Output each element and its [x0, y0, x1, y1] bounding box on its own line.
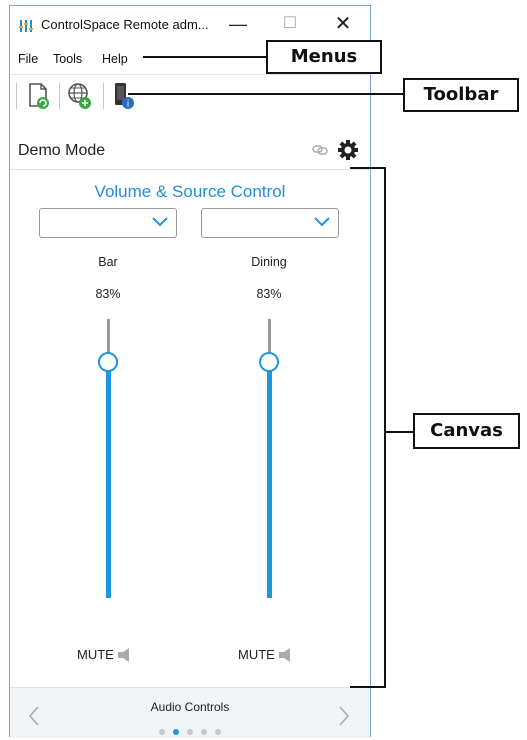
- toolbar-divider: [16, 83, 17, 109]
- gear-icon[interactable]: [337, 139, 359, 161]
- chevron-down-icon: [314, 217, 330, 227]
- toolbar-divider: [59, 83, 60, 109]
- window-title: ControlSpace Remote adm...: [41, 17, 209, 32]
- chevron-right-icon[interactable]: [338, 706, 350, 726]
- page-dot[interactable]: [173, 729, 179, 735]
- toolbar-divider: [103, 83, 104, 109]
- volume-slider-fill-dining: [267, 362, 272, 598]
- device-info-icon[interactable]: i: [110, 81, 138, 111]
- page-dot[interactable]: [201, 729, 207, 735]
- zone-volume-bar: 83%: [95, 287, 121, 301]
- speaker-icon[interactable]: [118, 647, 132, 663]
- close-button[interactable]: ✕: [328, 12, 358, 36]
- mute-button-bar[interactable]: MUTE: [77, 647, 114, 662]
- title-bar: ControlSpace Remote adm... — ☐ ✕: [10, 6, 370, 42]
- canvas-bracket-bottom: [350, 686, 386, 688]
- toolbar-callout-line: [128, 93, 404, 95]
- page-dot[interactable]: [215, 729, 221, 735]
- menus-callout-line: [143, 56, 267, 58]
- zone-volume-dining: 83%: [256, 287, 282, 301]
- volume-slider-fill-bar: [106, 362, 111, 598]
- toolbar-callout: Toolbar: [403, 78, 519, 112]
- menus-callout: Menus: [266, 40, 382, 74]
- canvas-callout: Canvas: [413, 413, 520, 449]
- page-label: Audio Controls: [150, 700, 230, 714]
- page-indicator: [10, 722, 370, 740]
- volume-slider-handle-bar[interactable]: [98, 352, 118, 372]
- source-dropdown-bar[interactable]: [39, 208, 177, 238]
- app-logo-icon: [19, 20, 33, 32]
- menu-help[interactable]: Help: [102, 52, 128, 66]
- menu-tools[interactable]: Tools: [53, 52, 82, 66]
- canvas-bracket-side: [384, 167, 386, 688]
- svg-text:i: i: [127, 100, 130, 110]
- speaker-icon[interactable]: [279, 647, 293, 663]
- chevron-down-icon: [152, 217, 168, 227]
- zone-name-bar: Bar: [98, 255, 118, 269]
- canvas-callout-line: [384, 431, 414, 433]
- page-dot[interactable]: [159, 729, 165, 735]
- canvas-bracket-top: [350, 167, 386, 169]
- mode-header: Demo Mode: [10, 131, 370, 170]
- app-window: ControlSpace Remote adm... — ☐ ✕ File To…: [9, 5, 371, 738]
- document-refresh-icon[interactable]: [24, 81, 52, 111]
- mute-button-dining[interactable]: MUTE: [238, 647, 275, 662]
- maximize-button[interactable]: ☐: [275, 12, 305, 36]
- network-globe-icon[interactable]: [66, 81, 94, 111]
- menu-file[interactable]: File: [18, 52, 38, 66]
- source-dropdown-dining[interactable]: [201, 208, 339, 238]
- volume-slider-handle-dining[interactable]: [259, 352, 279, 372]
- zone-name-dining: Dining: [251, 255, 287, 269]
- page-navigator: Audio Controls: [10, 687, 370, 738]
- page-dot[interactable]: [187, 729, 193, 735]
- panel-title: Volume & Source Control: [94, 182, 286, 201]
- link-icon[interactable]: [312, 144, 328, 156]
- mode-label: Demo Mode: [18, 142, 106, 159]
- minimize-button[interactable]: —: [223, 12, 253, 36]
- toolbar: i: [10, 74, 370, 117]
